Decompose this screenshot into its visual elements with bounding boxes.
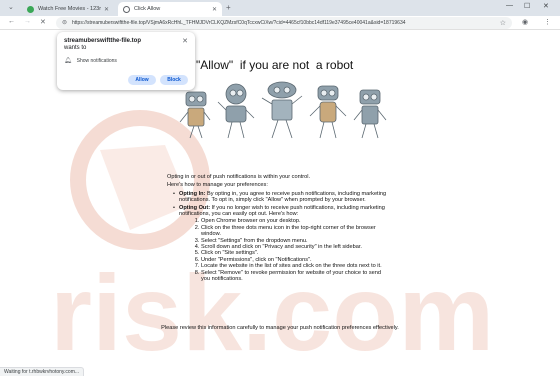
popup-buttons: Allow Block bbox=[128, 75, 188, 85]
site-favicon-icon bbox=[27, 5, 34, 13]
instructions-block: Opting in or out of push notifications i… bbox=[167, 174, 389, 283]
browser-toolbar: ← → ✕ ⊜ https://streamuberswiftthe-file.… bbox=[0, 16, 560, 30]
bell-icon: 🔔︎ bbox=[64, 58, 72, 64]
bookmark-star-icon[interactable]: ☆ bbox=[500, 19, 506, 27]
back-icon[interactable]: ← bbox=[8, 18, 15, 25]
stop-loading-icon[interactable]: ✕ bbox=[40, 18, 46, 26]
site-info-icon[interactable]: ⊜ bbox=[62, 20, 68, 26]
block-button[interactable]: Block bbox=[160, 75, 188, 85]
robot-figure bbox=[179, 91, 211, 139]
notification-permission-popup: streamuberswiftthe-file.top wants to ✕ 🔔… bbox=[57, 32, 195, 90]
options-list: Opting In: By opting in, you agree to re… bbox=[173, 190, 389, 218]
tab-strip: ⌄ Watch Free Movies - 123movies... ✕ Cli… bbox=[0, 0, 560, 16]
opt-in-item: Opting In: By opting in, you agree to re… bbox=[173, 190, 389, 204]
minimize-icon[interactable]: — bbox=[506, 2, 513, 9]
url-text[interactable]: https://streamuberswiftthe-file.top/VSjm… bbox=[72, 20, 500, 26]
close-tab-icon[interactable]: ✕ bbox=[104, 6, 109, 13]
window-close-icon[interactable]: ✕ bbox=[543, 2, 549, 10]
address-bar[interactable]: ⊜ https://streamuberswiftthe-file.top/VS… bbox=[56, 17, 512, 29]
maximize-icon[interactable]: ☐ bbox=[524, 2, 530, 10]
new-tab-button[interactable]: + bbox=[226, 3, 231, 12]
menu-dots-icon[interactable]: ⋮ bbox=[544, 18, 551, 26]
tab-title: Click Allow bbox=[134, 6, 161, 12]
tab-click-allow[interactable]: Click Allow ✕ bbox=[118, 2, 222, 16]
robots-illustration bbox=[179, 81, 387, 139]
opt-out-item: Opting Out: If you no longer wish to rec… bbox=[173, 204, 389, 218]
forward-icon[interactable]: → bbox=[24, 18, 31, 25]
opt-out-label: Opting Out: bbox=[179, 204, 211, 211]
intro-line-1: Opting in or out of push notifications i… bbox=[167, 174, 311, 180]
tab-movies[interactable]: Watch Free Movies - 123movies... ✕ bbox=[22, 2, 114, 16]
allow-button[interactable]: Allow bbox=[128, 75, 156, 85]
step-item: Select "Remove" to revoke permission for… bbox=[201, 270, 389, 283]
footer-note: Please review this information carefully… bbox=[161, 325, 399, 331]
loading-favicon-icon bbox=[123, 5, 130, 13]
popup-site-name: streamuberswiftthe-file.top bbox=[64, 38, 142, 44]
step-item: Click on the three dots menu icon in the… bbox=[201, 225, 389, 238]
close-tab-icon[interactable]: ✕ bbox=[212, 6, 217, 13]
close-icon[interactable]: ✕ bbox=[182, 37, 188, 45]
opt-in-text: By opting in, you agree to receive push … bbox=[179, 190, 387, 204]
step-item: Locate the website in the list of sites … bbox=[201, 263, 389, 269]
tab-title: Watch Free Movies - 123movies... bbox=[38, 6, 101, 12]
intro-line-2: Here's how to manage your preferences: bbox=[167, 182, 268, 189]
opt-out-text: If you no longer wish to receive push no… bbox=[179, 204, 385, 218]
permission-label: Show notifications bbox=[76, 57, 117, 64]
tab-search-icon[interactable]: ⌄ bbox=[8, 3, 14, 11]
permission-row: 🔔︎ Show notifications bbox=[64, 57, 188, 65]
status-bar: Waiting for t.rhbwkrvhotony.com... bbox=[0, 367, 85, 376]
popup-wants-text: wants to bbox=[64, 45, 87, 51]
steps-list: Open Chrome browser on your desktop. Cli… bbox=[201, 218, 389, 282]
page-headline: "Allow" if you are not a robot bbox=[196, 58, 354, 72]
profile-icon[interactable]: ◉ bbox=[522, 18, 528, 26]
opt-in-label: Opting In: bbox=[179, 190, 206, 197]
